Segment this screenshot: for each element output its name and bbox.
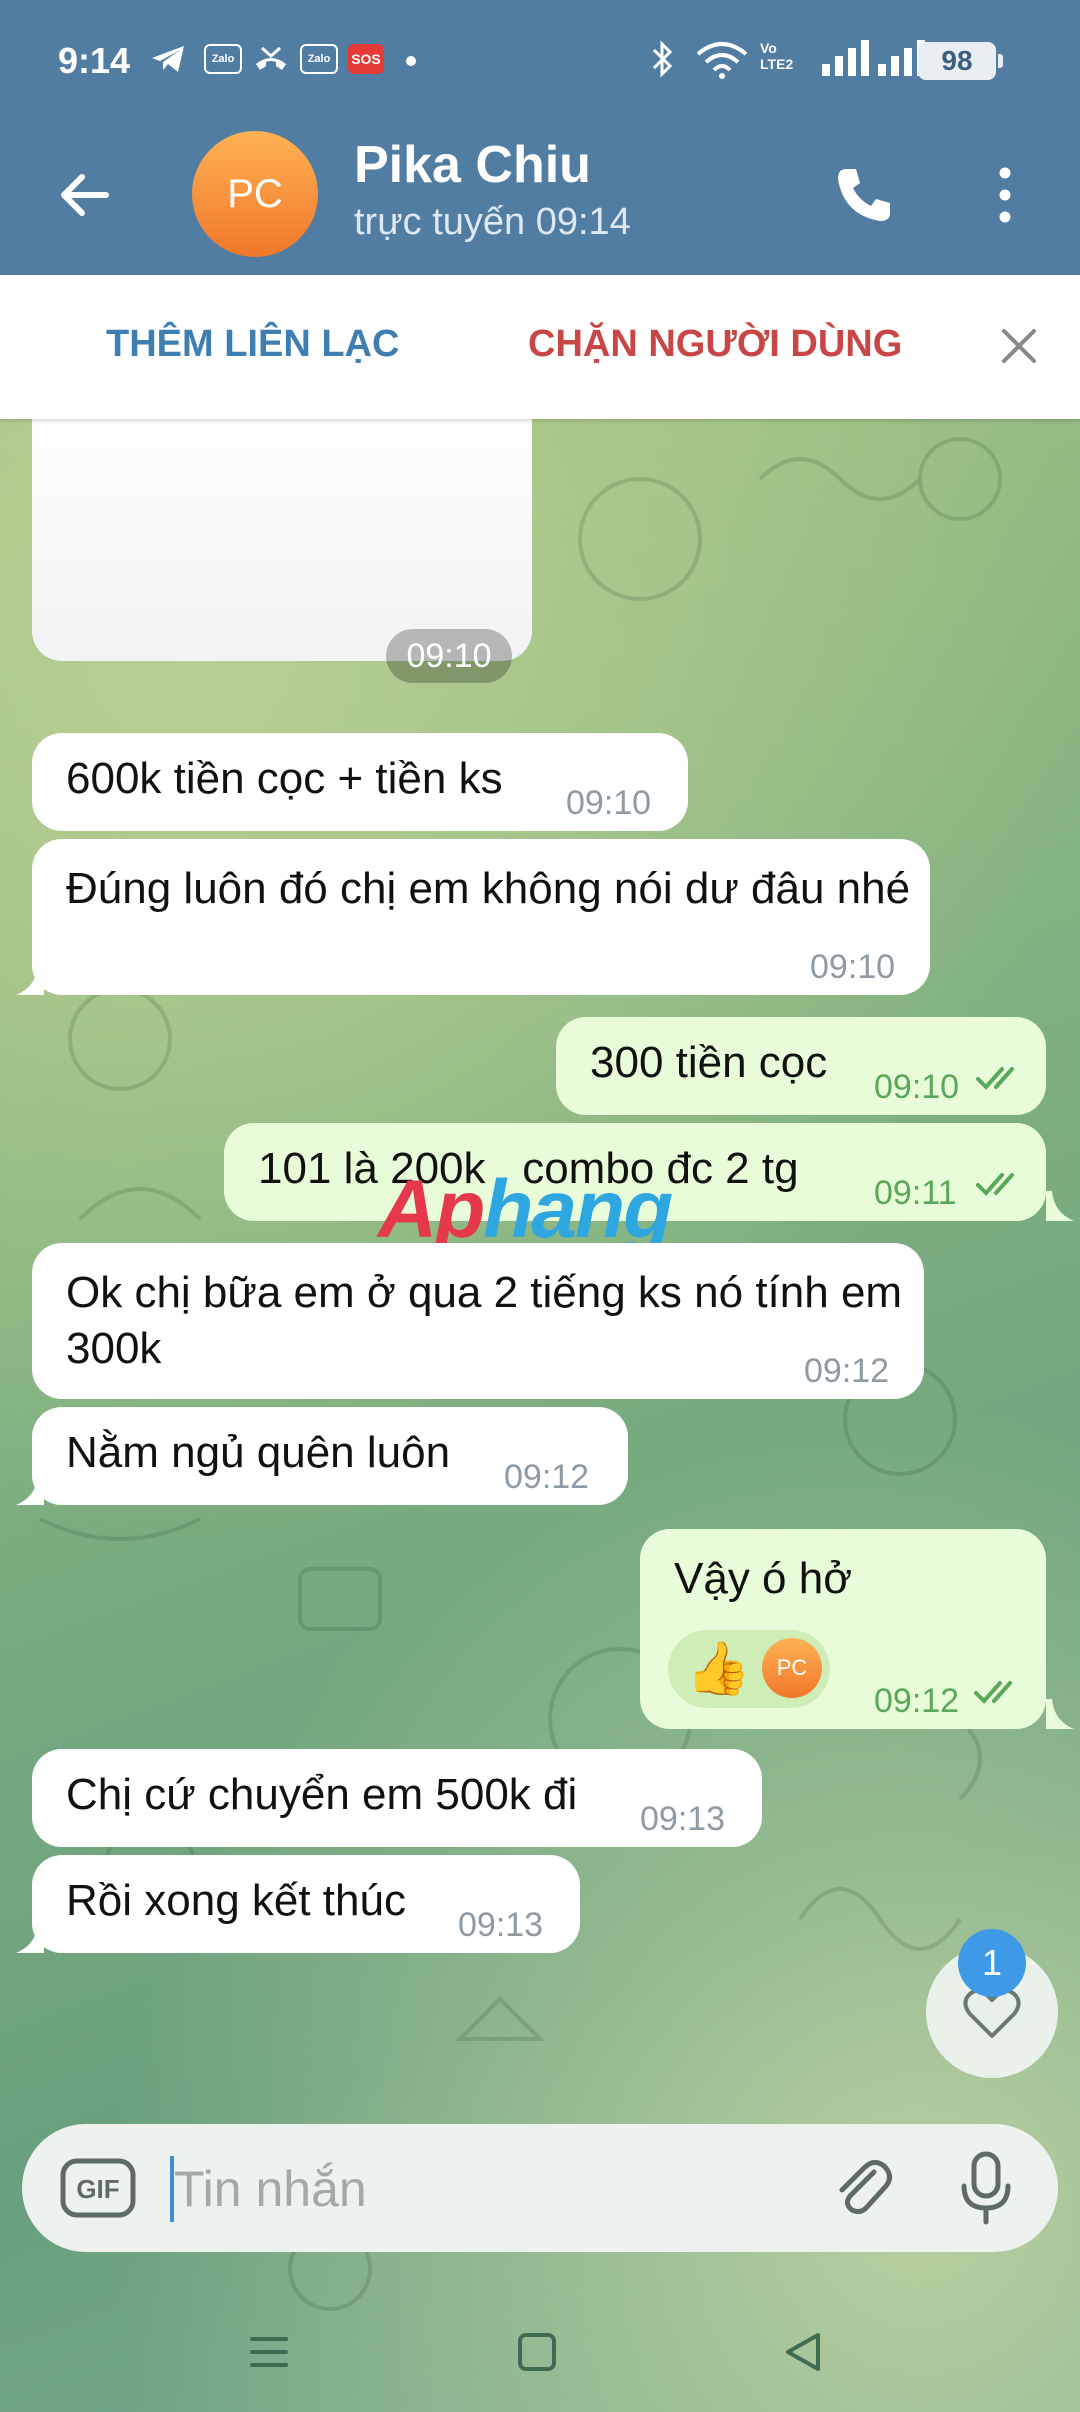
- message-text: 300 tiền cọc: [590, 1038, 828, 1087]
- message-time: 09:11: [874, 1174, 957, 1212]
- contact-status: trực tuyến 09:14: [354, 201, 631, 243]
- incoming-message[interactable]: Ok chị bữa em ở qua 2 tiếng ks nó tính e…: [32, 1243, 924, 1399]
- avatar[interactable]: PC: [192, 131, 318, 257]
- message-text: Nằm ngủ quên luôn: [66, 1428, 451, 1477]
- message-text: Rồi xong kết thúc: [66, 1876, 406, 1925]
- zalo-icon: Zalo: [204, 44, 242, 74]
- svg-text:GIF: GIF: [76, 2174, 119, 2204]
- menu-icon[interactable]: [244, 2327, 294, 2377]
- contact-action-bar: THÊM LIÊN LẠC CHẶN NGƯỜI DÙNG: [0, 275, 1080, 419]
- bubble-tail: [16, 1475, 44, 1505]
- microphone-icon[interactable]: [956, 2150, 1016, 2226]
- telegram-icon: [152, 46, 184, 72]
- message-text: Vậy ó hở: [674, 1554, 853, 1603]
- unread-badge: 1: [958, 1929, 1026, 1997]
- incoming-message[interactable]: 600k tiền cọc + tiền ks 09:10: [32, 733, 688, 831]
- phone-icon[interactable]: [832, 163, 896, 227]
- message-input[interactable]: [172, 2152, 796, 2226]
- bubble-tail: [1046, 1191, 1074, 1221]
- image-message[interactable]: [32, 419, 532, 661]
- message-time: 09:12: [874, 1682, 960, 1720]
- wifi-icon: [696, 42, 748, 79]
- message-time: 09:13: [458, 1906, 544, 1944]
- message-time: 09:10: [810, 948, 896, 986]
- message-text: Chị cứ chuyển em 500k đi: [66, 1770, 578, 1819]
- gif-icon[interactable]: GIF: [60, 2158, 136, 2218]
- chat-header: PC Pika Chiu trực tuyến 09:14: [0, 125, 1080, 275]
- system-navigation-bar: [0, 2299, 1080, 2412]
- incoming-message[interactable]: Chị cứ chuyển em 500k đi 09:13: [32, 1749, 762, 1847]
- message-time: 09:12: [804, 1352, 890, 1390]
- contact-name[interactable]: Pika Chiu: [354, 135, 591, 195]
- image-message-time: 09:10: [386, 629, 512, 683]
- close-icon[interactable]: [994, 321, 1044, 371]
- message-text: 600k tiền cọc + tiền ks: [66, 754, 503, 803]
- status-bar: 9:14 Zalo Zalo SOS Vo LTE2 98: [0, 0, 1080, 125]
- chat-messages[interactable]: 09:10 600k tiền cọc + tiền ks 09:10 Đúng…: [0, 419, 1080, 2412]
- reactor-avatar: PC: [762, 1638, 822, 1698]
- missed-call-icon: [256, 46, 286, 70]
- zalo-icon-2: Zalo: [300, 44, 338, 74]
- thumbs-up-icon: 👍: [686, 1640, 751, 1698]
- message-composer: GIF: [22, 2124, 1058, 2252]
- add-contact-button[interactable]: THÊM LIÊN LẠC: [106, 323, 399, 366]
- message-text: Đúng luôn đó chị em không nói dư đâu nhé: [66, 864, 911, 913]
- double-check-icon: [976, 1067, 1014, 1090]
- back-triangle-icon[interactable]: [778, 2327, 828, 2377]
- paperclip-icon[interactable]: [828, 2154, 898, 2224]
- block-user-button[interactable]: CHẶN NGƯỜI DÙNG: [528, 323, 902, 366]
- more-vert-icon[interactable]: [990, 163, 1020, 227]
- status-time: 9:14: [58, 40, 131, 81]
- arrow-back-icon[interactable]: [56, 165, 116, 225]
- message-time: 09:12: [504, 1458, 590, 1496]
- bubble-tail: [16, 965, 44, 995]
- home-square-icon[interactable]: [512, 2327, 562, 2377]
- volte-indicator: Vo LTE2: [760, 40, 794, 72]
- incoming-message[interactable]: Rồi xong kết thúc 09:13: [32, 1855, 580, 1953]
- double-check-icon: [974, 1681, 1012, 1704]
- bubble-tail: [16, 1923, 44, 1953]
- bubble-tail: [1046, 1699, 1074, 1729]
- message-time: 09:13: [640, 1800, 726, 1838]
- outgoing-message[interactable]: 300 tiền cọc 09:10: [556, 1017, 1046, 1115]
- double-check-icon: [976, 1173, 1014, 1196]
- battery-indicator: 98: [918, 42, 1003, 80]
- sos-icon: SOS: [348, 44, 384, 74]
- message-time: 09:10: [874, 1068, 960, 1106]
- signal-icon: [822, 40, 869, 76]
- bluetooth-icon: [652, 40, 673, 78]
- notification-dot-icon: [406, 56, 416, 66]
- message-text: Ok chị bữa em ở qua 2 tiếng ks nó tính e…: [66, 1268, 903, 1373]
- incoming-message[interactable]: Nằm ngủ quên luôn 09:12: [32, 1407, 628, 1505]
- incoming-message[interactable]: Đúng luôn đó chị em không nói dư đâu nhé…: [32, 839, 930, 995]
- message-time: 09:10: [566, 784, 652, 822]
